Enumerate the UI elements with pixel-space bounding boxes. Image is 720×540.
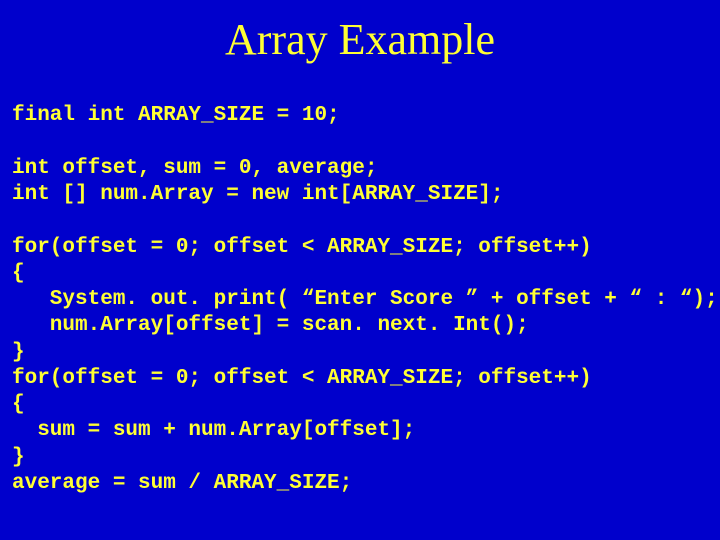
code-line: { (12, 393, 25, 416)
code-block: final int ARRAY_SIZE = 10; int offset, s… (12, 77, 708, 523)
code-line: int offset, sum = 0, average; (12, 157, 377, 180)
code-line: { (12, 262, 25, 285)
code-line: average = sum / ARRAY_SIZE; (12, 472, 352, 495)
code-line: int [] num.Array = new int[ARRAY_SIZE]; (12, 183, 503, 206)
code-line: } (12, 341, 25, 364)
code-line: for(offset = 0; offset < ARRAY_SIZE; off… (12, 236, 592, 259)
code-line: } (12, 446, 25, 469)
slide: Array Example final int ARRAY_SIZE = 10;… (0, 0, 720, 540)
code-line: num.Array[offset] = scan. next. Int(); (12, 314, 529, 337)
slide-title: Array Example (12, 14, 708, 65)
code-line: for(offset = 0; offset < ARRAY_SIZE; off… (12, 367, 592, 390)
code-line: final int ARRAY_SIZE = 10; (12, 104, 340, 127)
code-line: sum = sum + num.Array[offset]; (12, 419, 415, 442)
code-line: System. out. print( “Enter Score ” + off… (12, 288, 718, 311)
